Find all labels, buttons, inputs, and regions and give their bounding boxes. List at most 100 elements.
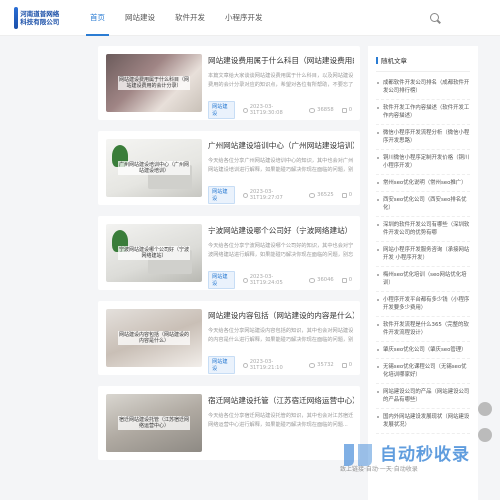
article-excerpt: 今天给各位分享网站建设内容包括的知识，其中也会对网站建设的内容是什么进行解释，如… [208, 328, 354, 343]
article-excerpt: 今天给各位分享宁波网站建设哪个公司好的知识，其中也会对宁波网络建站进行解释，如果… [208, 243, 354, 258]
article-date: 2023-03-31T19:24:05 [249, 274, 283, 286]
article-thumbnail[interactable]: 广州网站建设培训中心（广州网站建设培训） [106, 139, 202, 197]
category-tag[interactable]: 网站建设 [208, 356, 235, 374]
article-excerpt: 今天给各位分享广州网站建设培训中心的知识，其中也会对广州网站建设培训进行解释，如… [208, 158, 354, 173]
sidebar-article-link[interactable]: 软件开发流程是什么365（完整的软件开发流程设计） [376, 317, 470, 342]
article-views: 36525 [317, 192, 334, 198]
article-excerpt: 本篇文章给大家谈谈网站建设费用属于什么科目，以及网站建设费用的会计分录对应的知识… [208, 73, 354, 88]
thumbnail-caption: 网站建设费用属于什么科目（网站建设费用的会计分录） [118, 76, 190, 90]
sidebar-article-link[interactable]: 西安seo优化公司（西安seo排名优化） [376, 192, 470, 217]
article-card[interactable]: 网站建设内容包括（网站建设的内容是什么） 网站建设内容包括（网站建设的内容是什么… [98, 301, 360, 375]
article-title[interactable]: 宁波网站建设哪个公司好（宁波网络建站） [208, 226, 354, 236]
article-meta: 网站建设 2023-03-31T19:21:10 35732 0 [208, 356, 360, 374]
sidebar-article-link[interactable]: 国内外网站建设发展现状（网站建设发展状况） [376, 409, 470, 434]
nav-item-miniprogram-dev[interactable]: 小程序开发 [215, 0, 273, 36]
sidebar-article-link[interactable]: 网站建设公司的产品（网站建设公司的产品有哪些） [376, 384, 470, 409]
eye-icon [309, 362, 316, 368]
search-icon[interactable] [430, 13, 439, 22]
article-thumbnail[interactable]: 宿迁网站建设托管（江苏宿迁网络运营中心） [106, 394, 202, 452]
article-title[interactable]: 广州网站建设培训中心（广州网站建设培训） [208, 141, 354, 151]
date-meta: 2023-03-31T19:21:10 [242, 359, 301, 371]
article-card[interactable]: 宁波网站建设哪个公司好（宁波网络建站） 宁波网站建设哪个公司好（宁波网络建站） … [98, 216, 360, 290]
category-tag[interactable]: 网站建设 [208, 271, 235, 289]
article-card[interactable]: 网站建设费用属于什么科目（网站建设费用的会计分录） 网站建设费用属于什么科目（网… [98, 46, 360, 120]
sidebar-article-link[interactable]: 成都软件开发公司排名（成都软件开发公司排行榜） [376, 75, 470, 100]
views-meta: 36858 [309, 107, 334, 113]
thumbnail-caption: 宁波网站建设哪个公司好（宁波网络建站） [118, 246, 190, 260]
views-meta: 35732 [309, 362, 334, 368]
sidebar-article-link[interactable]: 深圳的软件开发公司有哪些（深圳软件开发公司的优势有哪 [376, 217, 470, 242]
clock-icon [242, 107, 248, 113]
nav-item-software-dev[interactable]: 软件开发 [165, 0, 215, 36]
article-meta: 网站建设 2023-03-31T19:24:05 36046 0 [208, 271, 360, 289]
sidebar-article-link[interactable]: 软件开发工作内容描述（软件开发工作内容描述） [376, 100, 470, 125]
comment-icon [341, 277, 347, 283]
article-thumbnail[interactable]: 网站建设内容包括（网站建设的内容是什么） [106, 309, 202, 367]
comments-meta: 0 [341, 192, 352, 198]
comment-icon [341, 107, 347, 113]
article-date: 2023-03-31T19:30:08 [249, 104, 283, 116]
article-thumbnail[interactable]: 宁波网站建设哪个公司好（宁波网络建站） [106, 224, 202, 282]
article-title[interactable]: 网站建设费用属于什么科目（网站建设费用的会计分录） [208, 56, 354, 66]
clock-icon [242, 362, 248, 368]
article-thumbnail[interactable]: 网站建设费用属于什么科目（网站建设费用的会计分录） [106, 54, 202, 112]
eye-icon [309, 192, 316, 198]
article-views: 36858 [317, 107, 334, 113]
comment-icon [341, 362, 347, 368]
nav-item-website-building[interactable]: 网站建设 [115, 0, 165, 36]
watermark-subtext: 致上链接·自动·一天·自动收录 [340, 466, 418, 473]
article-views: 35732 [317, 362, 334, 368]
article-date: 2023-03-31T19:27:07 [249, 189, 283, 201]
sidebar-title: 随机文章 [376, 52, 470, 72]
site-logo[interactable]: 河南道普网络科技有限公司 [14, 6, 62, 30]
date-meta: 2023-03-31T19:30:08 [242, 104, 301, 116]
logo-text: 河南道普网络科技有限公司 [20, 10, 60, 26]
sidebar-article-link[interactable]: 小程序开发平台都有多少钱（小程序开发要多少费用） [376, 292, 470, 317]
nav-item-home[interactable]: 首页 [80, 0, 115, 36]
article-meta: 网站建设 2023-03-31T19:30:08 36858 0 [208, 101, 360, 119]
comments-meta: 0 [341, 107, 352, 113]
article-title[interactable]: 宿迁网站建设托管（江苏宿迁网络运营中心） [208, 396, 354, 406]
eye-icon [309, 277, 316, 283]
thumbnail-caption: 广州网站建设培训中心（广州网站建设培训） [118, 161, 190, 175]
article-excerpt: 今天给各位分享宿迁网站建设托管的知识，其中也会对江苏宿迁网络运营中心进行解释，如… [208, 413, 354, 428]
thumbnail-caption: 网站建设内容包括（网站建设的内容是什么） [118, 331, 190, 345]
date-meta: 2023-03-31T19:24:05 [242, 274, 301, 286]
sidebar-article-link[interactable]: 常州seo优化说明（常州seo推广） [376, 175, 470, 192]
views-meta: 36046 [309, 277, 334, 283]
article-comments: 0 [348, 277, 352, 283]
random-articles-sidebar: 随机文章 成都软件开发公司排名（成都软件开发公司排行榜） 软件开发工作内容描述（… [368, 46, 478, 500]
comments-meta: 0 [341, 277, 352, 283]
article-list: 网站建设费用属于什么科目（网站建设费用的会计分录） 网站建设费用属于什么科目（网… [98, 46, 360, 471]
article-card[interactable]: 宿迁网站建设托管（江苏宿迁网络运营中心） 宿迁网站建设托管（江苏宿迁网络运营中心… [98, 386, 360, 460]
article-card[interactable]: 广州网站建设培训中心（广州网站建设培训） 广州网站建设培训中心（广州网站建设培训… [98, 131, 360, 205]
sidebar-article-link[interactable]: 无锡seo优化课程公司（无锡seo优化培训哪家好） [376, 359, 470, 384]
sidebar-article-link[interactable]: 肇庆seo优化公司（肇庆seo管理） [376, 342, 470, 359]
article-title[interactable]: 网站建设内容包括（网站建设的内容是什么） [208, 311, 354, 321]
views-meta: 36525 [309, 192, 334, 198]
sidebar-article-link[interactable]: 微信小程序开发流程分析（微信小程序开发思路） [376, 125, 470, 150]
top-header: 河南道普网络科技有限公司 首页 网站建设 软件开发 小程序开发 [0, 0, 500, 36]
watermark-text: 自动秒收录 [380, 445, 470, 465]
article-date: 2023-03-31T19:21:10 [249, 359, 283, 371]
sidebar-article-link[interactable]: 梅州seo优化培训（seo网站优化培训） [376, 267, 470, 292]
category-tag[interactable]: 网站建设 [208, 101, 235, 119]
article-meta: 网站建设 2023-03-31T19:27:07 36525 0 [208, 186, 360, 204]
clock-icon [242, 277, 248, 283]
sidebar-article-link[interactable]: 网站小程序开发服务咨询（承接网站开发 小程序开发） [376, 242, 470, 267]
comment-icon [341, 192, 347, 198]
article-comments: 0 [348, 192, 352, 198]
main-nav: 首页 网站建设 软件开发 小程序开发 [80, 0, 273, 36]
logo-mark [14, 7, 19, 29]
date-meta: 2023-03-31T19:27:07 [242, 189, 301, 201]
article-comments: 0 [348, 362, 352, 368]
back-to-top-icon[interactable] [478, 402, 492, 416]
thumbnail-caption: 宿迁网站建设托管（江苏宿迁网络运营中心） [118, 416, 190, 430]
comments-meta: 0 [341, 362, 352, 368]
sidebar-article-link[interactable]: 铜川微信小程序定制开发价格（铜川小程序开发） [376, 150, 470, 175]
article-comments: 0 [348, 107, 352, 113]
clock-icon [242, 192, 248, 198]
article-views: 36046 [317, 277, 334, 283]
eye-icon [309, 107, 316, 113]
category-tag[interactable]: 网站建设 [208, 186, 235, 204]
